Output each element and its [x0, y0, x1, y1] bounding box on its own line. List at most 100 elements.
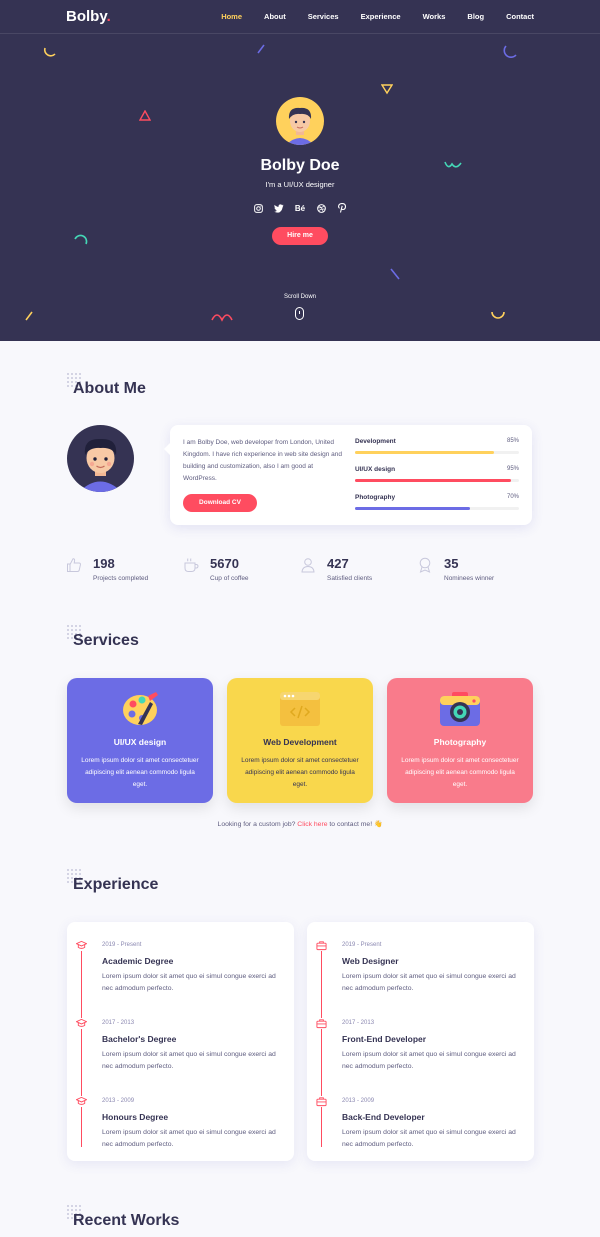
- timeline-item: 2013 - 2009 Back-End Developer Lorem ips…: [307, 1082, 534, 1152]
- skill-progress-fill: [355, 451, 495, 454]
- timeline-date: 2017 - 2013: [102, 1020, 135, 1026]
- twitter-icon[interactable]: [273, 202, 285, 214]
- skill-percent: 95%: [506, 466, 519, 472]
- timeline-date: 2019 - Present: [102, 942, 142, 948]
- nav-item-about[interactable]: About: [264, 12, 286, 21]
- scroll-mouse-icon[interactable]: [295, 307, 304, 320]
- service-description: Lorem ipsum dolor sit amet consectetuer …: [401, 757, 519, 788]
- service-card-uiux[interactable]: UI/UX design Lorem ipsum dolor sit amet …: [67, 678, 213, 803]
- timeline-date: 2017 - 2013: [342, 1020, 375, 1026]
- pinterest-icon[interactable]: [336, 202, 348, 214]
- timeline-date: 2013 - 2009: [102, 1098, 135, 1104]
- fact-label: Projects completed: [93, 575, 149, 582]
- dribbble-icon[interactable]: [315, 202, 327, 214]
- nav-item-services[interactable]: Services: [308, 12, 339, 21]
- coffee-icon: [184, 558, 199, 572]
- briefcase-icon: [316, 940, 327, 951]
- fact-coffee: 5670 Cup of coffee: [183, 555, 293, 587]
- decor-triangle-shape: [381, 84, 393, 95]
- service-card-photography[interactable]: Photography Lorem ipsum dolor sit amet c…: [387, 678, 533, 803]
- service-card-webdev[interactable]: Web Development Lorem ipsum dolor sit am…: [227, 678, 373, 803]
- timeline-title: Back-End Developer: [342, 1112, 425, 1122]
- scroll-down-label: Scroll Down: [283, 294, 316, 300]
- timeline-title: Bachelor's Degree: [102, 1034, 177, 1044]
- main-menu: Home About Services Experience Works Blo…: [199, 12, 534, 21]
- decor-line-shape: [257, 44, 265, 54]
- nav-item-works[interactable]: Works: [423, 12, 446, 21]
- timeline-description: Lorem ipsum dolor sit amet quo ei simul …: [102, 1129, 276, 1148]
- decor-arc-shape: [503, 45, 517, 58]
- badge-icon: [419, 557, 431, 573]
- fact-label: Nominees winner: [444, 575, 495, 582]
- skill-progress-fill: [355, 479, 511, 482]
- fact-nominees: 35 Nominees winner: [417, 555, 527, 587]
- skill-percent: 85%: [506, 438, 519, 444]
- download-cv-button[interactable]: Download CV: [183, 494, 257, 512]
- timeline-title: Web Designer: [342, 956, 399, 966]
- skill-name: Development: [355, 438, 396, 445]
- fact-projects: 198 Projects completed: [66, 555, 176, 587]
- timeline-date: 2013 - 2009: [342, 1098, 375, 1104]
- nav-item-home[interactable]: Home: [221, 12, 242, 21]
- timeline-item: 2019 - Present Academic Degree Lorem ips…: [67, 926, 294, 996]
- timeline-description: Lorem ipsum dolor sit amet quo ei simul …: [342, 973, 516, 992]
- custom-job-cta: Looking for a custom job? Click here to …: [0, 820, 600, 828]
- cta-suffix: to contact me! 👋: [329, 821, 383, 828]
- design-palette-icon: [123, 692, 158, 725]
- timeline-title: Honours Degree: [102, 1112, 169, 1122]
- graduation-cap-icon: [76, 1096, 87, 1107]
- decor-line-shape: [25, 311, 33, 321]
- hero-section: Bolby. Home About Services Experience Wo…: [0, 0, 600, 341]
- skill-progress-track: [355, 451, 519, 454]
- site-logo[interactable]: Bolby.: [66, 8, 111, 25]
- experience-section-title: Experience: [73, 876, 159, 893]
- users-icon: [301, 558, 315, 573]
- nav-item-blog[interactable]: Blog: [467, 12, 484, 21]
- timeline-item: 2013 - 2009 Honours Degree Lorem ipsum d…: [67, 1082, 294, 1152]
- timeline-title: Academic Degree: [102, 956, 174, 966]
- fact-number: 5670: [210, 556, 239, 571]
- timeline-description: Lorem ipsum dolor sit amet quo ei simul …: [102, 973, 276, 992]
- like-icon: [67, 558, 81, 572]
- service-title: UI/UX design: [113, 737, 167, 747]
- social-links: Bé: [252, 201, 348, 215]
- decor-line-shape: [390, 268, 400, 280]
- timeline-description: Lorem ipsum dolor sit amet quo ei simul …: [102, 1051, 276, 1070]
- graduation-cap-icon: [76, 1018, 87, 1029]
- education-timeline-card: 2019 - Present Academic Degree Lorem ips…: [67, 922, 294, 1161]
- graduation-cap-icon: [76, 940, 87, 951]
- code-window-icon: [280, 692, 320, 726]
- service-title: Photography: [433, 737, 487, 747]
- nav-item-experience[interactable]: Experience: [361, 12, 401, 21]
- fact-number: 35: [444, 556, 459, 571]
- about-section-title: About Me: [73, 380, 146, 397]
- decor-arc-shape: [491, 311, 505, 319]
- briefcase-icon: [316, 1096, 327, 1107]
- timeline-item: 2017 - 2013 Front-End Developer Lorem ip…: [307, 1004, 534, 1074]
- skill-progress-track: [355, 507, 519, 510]
- contact-link[interactable]: Click here: [297, 821, 327, 828]
- hire-me-button[interactable]: Hire me: [272, 227, 328, 245]
- skill-name: Photography: [355, 494, 396, 501]
- cta-prefix: Looking for a custom job?: [217, 821, 296, 828]
- behance-icon[interactable]: Bé: [294, 202, 306, 214]
- work-timeline-card: 2019 - Present Web Designer Lorem ipsum …: [307, 922, 534, 1161]
- about-avatar: [67, 425, 134, 492]
- timeline-date: 2019 - Present: [342, 942, 382, 948]
- services-section-title: Services: [73, 632, 139, 649]
- skill-percent: 70%: [506, 494, 519, 500]
- service-title: Web Development: [263, 737, 337, 747]
- fact-number: 427: [327, 556, 349, 571]
- service-description: Lorem ipsum dolor sit amet consectetuer …: [81, 757, 199, 788]
- decor-arc-shape: [43, 47, 56, 57]
- timeline-title: Front-End Developer: [342, 1034, 427, 1044]
- camera-icon: [440, 692, 480, 726]
- instagram-icon[interactable]: [252, 202, 264, 214]
- top-navbar: Bolby. Home About Services Experience Wo…: [0, 0, 600, 34]
- timeline-description: Lorem ipsum dolor sit amet quo ei simul …: [342, 1129, 516, 1148]
- fact-label: Cup of coffee: [210, 575, 249, 582]
- hero-subtitle: I'm a UI/UX designer: [265, 180, 335, 189]
- fact-label: Satisfied clients: [327, 575, 373, 582]
- nav-item-contact[interactable]: Contact: [506, 12, 534, 21]
- briefcase-icon: [316, 1018, 327, 1029]
